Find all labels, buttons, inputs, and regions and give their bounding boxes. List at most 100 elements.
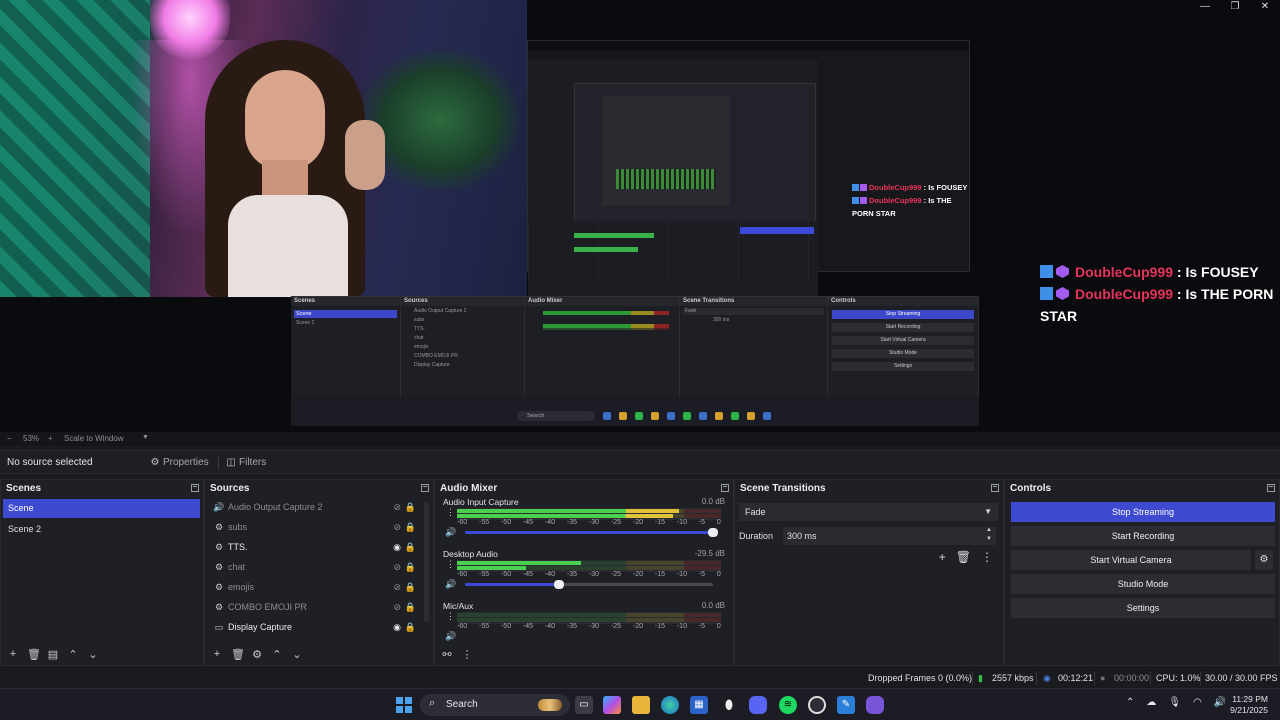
scale-to-window-button[interactable]: Scale to Window	[64, 434, 124, 443]
undock-icon[interactable]	[421, 484, 429, 492]
taskbar-search[interactable]: ⌕ Search	[420, 694, 570, 716]
gear-icon[interactable]: ⚙	[1255, 550, 1273, 570]
eye-off-icon[interactable]: ⊘	[393, 497, 401, 517]
link-icon[interactable]: ⚯	[441, 648, 453, 661]
system-clock[interactable]: 11:29 PM 9/21/2025	[1226, 694, 1268, 716]
store-icon[interactable]: ▦	[690, 696, 708, 714]
menu-dots-icon[interactable]: ⋮	[461, 648, 473, 661]
menu-dots-icon[interactable]: ⋮	[446, 560, 455, 569]
add-icon[interactable]: +	[939, 550, 946, 564]
speaker-icon[interactable]: 🔊	[445, 631, 456, 642]
close-button[interactable]: ✕	[1250, 0, 1280, 14]
lock-icon[interactable]: 🔒	[405, 597, 416, 617]
spotify-icon[interactable]: ≋	[779, 696, 797, 714]
filters-button[interactable]: ◫ Filters	[222, 454, 272, 472]
filter-icon[interactable]: ▤	[47, 648, 59, 661]
speaker-icon[interactable]: 🔊	[1214, 697, 1226, 708]
slider-knob[interactable]	[708, 528, 718, 537]
lock-icon[interactable]: 🔒	[405, 557, 416, 577]
trash-icon[interactable]: 🗑	[956, 550, 971, 564]
task-view-icon[interactable]: ▭	[575, 696, 593, 714]
menu-dots-icon[interactable]: ⋮	[981, 550, 993, 564]
app-icon[interactable]: ✎	[837, 696, 855, 714]
copilot-icon[interactable]	[603, 696, 621, 714]
start-recording-button[interactable]: Start Recording	[1011, 526, 1275, 546]
trash-icon[interactable]: 🗑	[231, 648, 245, 661]
start-virtual-camera-button[interactable]: Start Virtual Camera	[1011, 550, 1251, 570]
pin-icon[interactable]: ⬮	[720, 696, 738, 714]
discord-icon[interactable]	[749, 696, 767, 714]
add-icon[interactable]: +	[7, 648, 19, 660]
sources-list: 🔊 Audio Output Capture 2 ⊘ 🔒 ⚙ subs ⊘ 🔒 ⚙ TTS. ◉ 🔒 ⚙…	[205, 497, 433, 637]
zoom-out-button[interactable]: −	[7, 434, 12, 443]
trash-icon[interactable]: 🗑	[27, 648, 41, 661]
slider-knob[interactable]	[708, 632, 718, 641]
lock-icon[interactable]: 🔒	[405, 577, 416, 597]
studio-mode-button[interactable]: Studio Mode	[1011, 574, 1275, 594]
lock-icon[interactable]: 🔒	[405, 517, 416, 537]
stop-streaming-button[interactable]: Stop Streaming	[1011, 502, 1275, 522]
windows-start-icon[interactable]	[396, 697, 412, 713]
properties-button[interactable]: ⚙ Properties	[146, 454, 215, 472]
undock-icon[interactable]	[991, 484, 999, 492]
add-icon[interactable]: +	[211, 648, 223, 660]
undock-icon[interactable]	[1267, 484, 1275, 492]
mini-app-icon	[747, 412, 755, 420]
zoom-in-button[interactable]: +	[48, 434, 53, 443]
speaker-icon[interactable]: 🔊	[445, 579, 456, 590]
undock-icon[interactable]	[721, 484, 729, 492]
eye-icon[interactable]: ◉	[393, 537, 401, 557]
edge-icon[interactable]	[661, 696, 679, 714]
source-item[interactable]: ▭ Display Capture ◉ 🔒	[205, 617, 433, 637]
minimize-button[interactable]: —	[1190, 0, 1220, 14]
source-item[interactable]: ⚙ COMBO EMOJI PR ⊘ 🔒	[205, 597, 433, 617]
zoom-bar: − 53% + Scale to Window ▼	[0, 432, 1280, 446]
source-item[interactable]: ⚙ emojis ⊘ 🔒	[205, 577, 433, 597]
scene-item-scene-2[interactable]: Scene 2	[3, 520, 200, 539]
slider-knob[interactable]	[554, 580, 565, 589]
eye-icon[interactable]: ◉	[393, 617, 401, 637]
transition-select[interactable]: Fade ▼	[739, 503, 998, 521]
lock-icon[interactable]: 🔒	[405, 617, 416, 637]
microphone-icon[interactable]: 🎙	[1168, 697, 1181, 708]
scene-item-scene[interactable]: Scene	[3, 499, 200, 518]
source-item[interactable]: ⚙ chat ⊘ 🔒	[205, 557, 433, 577]
tick-label: -25	[610, 519, 622, 526]
volume-slider[interactable]	[465, 580, 713, 589]
mini-mixer: Audio Mixer	[525, 297, 680, 397]
maximize-button[interactable]: ❐	[1220, 0, 1250, 14]
source-item[interactable]: 🔊 Audio Output Capture 2 ⊘ 🔒	[205, 497, 433, 517]
eye-off-icon[interactable]: ⊘	[393, 597, 401, 617]
gear-icon[interactable]: ⚙	[251, 648, 263, 661]
lock-icon[interactable]: 🔒	[405, 497, 416, 517]
volume-slider[interactable]	[465, 528, 718, 537]
eye-off-icon[interactable]: ⊘	[393, 517, 401, 537]
chevron-down-icon[interactable]: ⌄	[291, 648, 303, 661]
eye-off-icon[interactable]: ⊘	[393, 577, 401, 597]
duration-input[interactable]: 300 ms ▲ ▼	[783, 527, 996, 545]
chevron-up-icon[interactable]: ⌃	[1126, 697, 1134, 708]
scrollbar[interactable]	[424, 502, 429, 622]
lock-icon[interactable]: 🔒	[405, 537, 416, 557]
obs-icon[interactable]	[808, 696, 826, 714]
chevron-down-icon[interactable]: ▼	[142, 434, 149, 441]
source-item[interactable]: ⚙ TTS. ◉ 🔒	[205, 537, 433, 557]
spinner-icon[interactable]: ▲ ▼	[986, 526, 992, 544]
chevron-up-icon[interactable]: ⌃	[67, 648, 79, 661]
app-icon-2[interactable]	[866, 696, 884, 714]
tick-label: -40	[544, 571, 556, 578]
menu-dots-icon[interactable]: ⋮	[446, 508, 455, 517]
tick-label: -35	[566, 623, 578, 630]
source-item[interactable]: ⚙ subs ⊘ 🔒	[205, 517, 433, 537]
file-explorer-icon[interactable]	[632, 696, 650, 714]
cloud-icon[interactable]: ☁	[1146, 697, 1156, 708]
preview-canvas[interactable]: DoubleCup999 : Is FOUSEY DoubleCup999 : …	[0, 0, 1280, 432]
settings-button[interactable]: Settings	[1011, 598, 1275, 618]
wifi-icon[interactable]: ◠	[1193, 697, 1202, 708]
chevron-down-icon[interactable]: ⌄	[87, 648, 99, 661]
undock-icon[interactable]	[191, 484, 199, 492]
menu-dots-icon[interactable]: ⋮	[446, 612, 455, 621]
eye-off-icon[interactable]: ⊘	[393, 557, 401, 577]
chevron-up-icon[interactable]: ⌃	[271, 648, 283, 661]
speaker-icon[interactable]: 🔊	[445, 527, 456, 538]
